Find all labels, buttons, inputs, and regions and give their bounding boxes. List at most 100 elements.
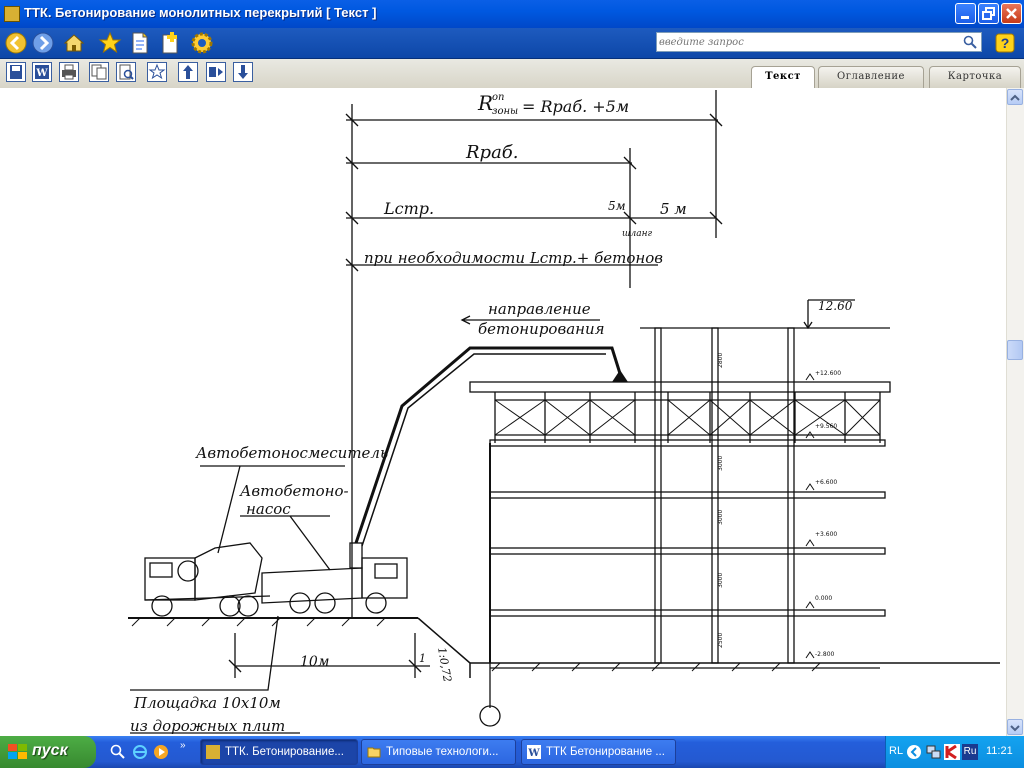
start-button[interactable]: пуск: [0, 736, 96, 768]
label-direction-1: направление: [488, 300, 591, 318]
label-slope: 1:0,72: [435, 646, 454, 683]
quicklaunch-more-icon[interactable]: »: [180, 740, 186, 751]
arrow-up-icon: [183, 65, 193, 79]
save-button[interactable]: [6, 62, 26, 82]
tab-contents[interactable]: Оглавление: [818, 66, 924, 88]
network-icon[interactable]: [926, 744, 942, 760]
scroll-up-button[interactable]: [1007, 89, 1023, 105]
arrow-down-icon: [238, 65, 248, 79]
add-bookmark-button[interactable]: [147, 62, 167, 82]
tab-card[interactable]: Карточка: [929, 66, 1021, 88]
label-r-zone-formula: = Rраб. +5м: [522, 97, 629, 116]
taskbar-item-label: Типовые технологи...: [386, 746, 499, 758]
svg-text:W: W: [527, 748, 540, 759]
preview-icon: [119, 64, 134, 80]
scrollbar-thumb[interactable]: [1007, 340, 1023, 360]
label-pad-1: Площадка 10х10м: [133, 694, 281, 712]
document-content: R оп зоны = Rраб. +5м Rраб. Lстр. 5м 5 м…: [0, 88, 1006, 736]
app-icon: [4, 6, 20, 22]
document-icon[interactable]: [128, 31, 152, 55]
dim-3: 3000: [717, 510, 724, 525]
search-input[interactable]: [659, 34, 959, 50]
close-button[interactable]: [1001, 3, 1022, 24]
dim-4: 3000: [717, 573, 724, 588]
label-l-str: Lстр.: [383, 199, 434, 218]
save-icon: [10, 65, 22, 79]
favorites-star-icon[interactable]: [98, 31, 122, 55]
label-5m-b: 5 м: [660, 200, 687, 218]
search-quicklaunch-icon[interactable]: [110, 744, 126, 760]
label-r-zone-sup: оп: [492, 92, 504, 103]
copy-button[interactable]: [89, 62, 109, 82]
level-mark-1: +12.600: [815, 370, 841, 377]
taskbar-item-label: ТТК. Бетонирование...: [225, 746, 344, 758]
internet-explorer-icon[interactable]: [132, 744, 148, 760]
restore-button[interactable]: [978, 3, 999, 24]
add-document-icon[interactable]: [158, 31, 182, 55]
media-player-icon[interactable]: [153, 744, 169, 760]
label-pad-2: из дорожных плит: [130, 717, 285, 735]
search-box: [656, 32, 982, 52]
restore-icon: [982, 7, 995, 20]
arrow-up-icon: [1010, 94, 1020, 101]
scroll-down-button[interactable]: [1007, 719, 1023, 735]
windows-flag-icon: [8, 744, 27, 759]
label-r-work: Rраб.: [465, 142, 519, 163]
level-mark-4: +3.600: [815, 531, 837, 538]
close-icon: [1006, 8, 1017, 19]
app-window-icon: [206, 745, 220, 759]
help-icon[interactable]: ?: [993, 31, 1017, 55]
forward-icon[interactable]: [31, 31, 55, 55]
upload-button[interactable]: [178, 62, 198, 82]
label-pump-1: Автобетоно-: [239, 482, 349, 500]
label-pump-2: насос: [246, 500, 291, 518]
home-icon[interactable]: [62, 31, 86, 55]
label-r-zone: R: [477, 91, 493, 115]
level-mark-3: +6.600: [815, 479, 837, 486]
word-icon: W: [35, 65, 49, 79]
level-mark-2: +9.560: [815, 423, 837, 430]
dim-2: 3000: [717, 456, 724, 471]
dim-1: 2800: [717, 353, 724, 368]
minimize-icon: [961, 16, 969, 19]
folder-icon: [367, 747, 381, 758]
technical-drawing: R оп зоны = Rраб. +5м Rраб. Lстр. 5м 5 м…: [128, 90, 1000, 735]
label-one: 1: [419, 652, 426, 665]
start-label: пуск: [32, 742, 68, 759]
taskbar-item-label: ТТК Бетонирование ...: [546, 746, 665, 758]
bookmark-star-icon: [148, 63, 166, 80]
input-language-icon[interactable]: Ru: [962, 744, 978, 760]
label-if-needed: при необходимости Lстр.+ бетонов: [364, 249, 663, 267]
svg-text:?: ?: [1001, 35, 1010, 51]
taskbar-item-word-doc[interactable]: W ТТК Бетонирование ...: [521, 739, 676, 765]
arrow-down-icon: [1010, 725, 1020, 732]
taskbar-item-folder[interactable]: Типовые технологи...: [361, 739, 516, 765]
tab-text[interactable]: Текст: [751, 66, 815, 89]
tray-arrow-icon[interactable]: [906, 744, 922, 760]
vertical-scrollbar[interactable]: [1006, 88, 1024, 736]
label-mixer: Автобетоносмеситель: [195, 444, 388, 462]
level-mark-5: 0.000: [815, 595, 832, 602]
taskbar-item-ttk-app[interactable]: ТТК. Бетонирование...: [200, 739, 358, 765]
dim-5: 2500: [717, 633, 724, 648]
export-word-button[interactable]: W: [32, 62, 52, 82]
back-icon[interactable]: [4, 31, 28, 55]
print-button[interactable]: [59, 62, 79, 82]
title-bar: ТТК. Бетонирование монолитных перекрытий…: [0, 0, 1024, 28]
level-mark-6: -2.800: [815, 651, 835, 658]
minimize-button[interactable]: [955, 3, 976, 24]
search-icon[interactable]: [963, 35, 977, 49]
system-tray: RL Ru 11:21: [885, 736, 1024, 768]
label-5m-a: 5м: [608, 199, 626, 213]
label-10m: 10м: [300, 654, 329, 670]
goto-icon: [209, 67, 223, 77]
antivirus-icon[interactable]: [944, 744, 960, 760]
language-indicator[interactable]: RL: [889, 745, 903, 757]
settings-gear-icon[interactable]: [190, 31, 214, 55]
window-title: ТТК. Бетонирование монолитных перекрытий…: [24, 5, 377, 20]
download-button[interactable]: [233, 62, 253, 82]
label-hose: шланг: [622, 229, 653, 239]
goto-button[interactable]: [206, 62, 226, 82]
svg-text:W: W: [35, 68, 48, 79]
preview-button[interactable]: [116, 62, 136, 82]
